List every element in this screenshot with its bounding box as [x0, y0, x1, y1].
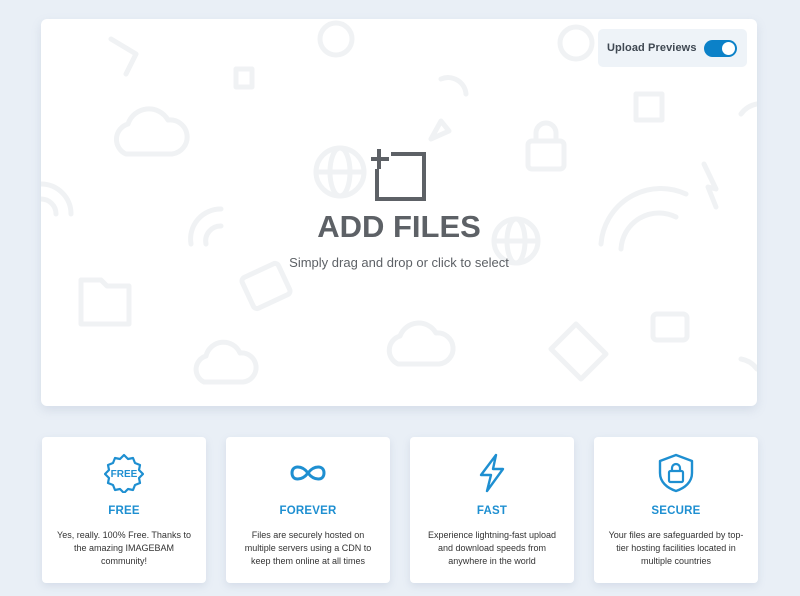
infinity-icon: [290, 465, 326, 481]
feature-card-forever: FOREVER Files are securely hosted on mul…: [226, 437, 390, 583]
add-files-subtitle: Simply drag and drop or click to select: [289, 255, 509, 270]
feature-title: FOREVER: [279, 505, 337, 517]
feature-card-secure: SECURE Your files are safeguarded by top…: [594, 437, 758, 583]
upload-previews-label: Upload Previews: [607, 42, 697, 54]
free-badge-icon: FREE: [104, 453, 144, 493]
add-files-title: ADD FILES: [317, 209, 481, 244]
feature-text: Yes, really. 100% Free. Thanks to the am…: [57, 530, 191, 566]
free-badge-text: FREE: [111, 469, 138, 480]
feature-title: FREE: [108, 505, 140, 517]
feature-title: SECURE: [651, 505, 701, 517]
feature-text: Experience lightning-fast upload and dow…: [427, 530, 557, 566]
shield-lock-icon: [658, 453, 694, 493]
feature-card-free: FREE FREE Yes, really. 100% Free. Thanks…: [42, 437, 206, 583]
add-files-icon: [371, 149, 426, 201]
lightning-icon: [479, 453, 505, 493]
toggle-knob: [722, 42, 735, 55]
toggle-switch[interactable]: [704, 40, 737, 57]
feature-card-fast: FAST Experience lightning-fast upload an…: [410, 437, 574, 583]
feature-text: Files are securely hosted on multiple se…: [244, 530, 372, 566]
upload-dropzone[interactable]: Upload Previews ADD FILES Simply drag an…: [41, 19, 757, 406]
feature-text: Your files are safeguarded by top-tier h…: [608, 530, 744, 566]
upload-previews-toggle[interactable]: Upload Previews: [598, 29, 747, 67]
feature-title: FAST: [476, 505, 508, 517]
